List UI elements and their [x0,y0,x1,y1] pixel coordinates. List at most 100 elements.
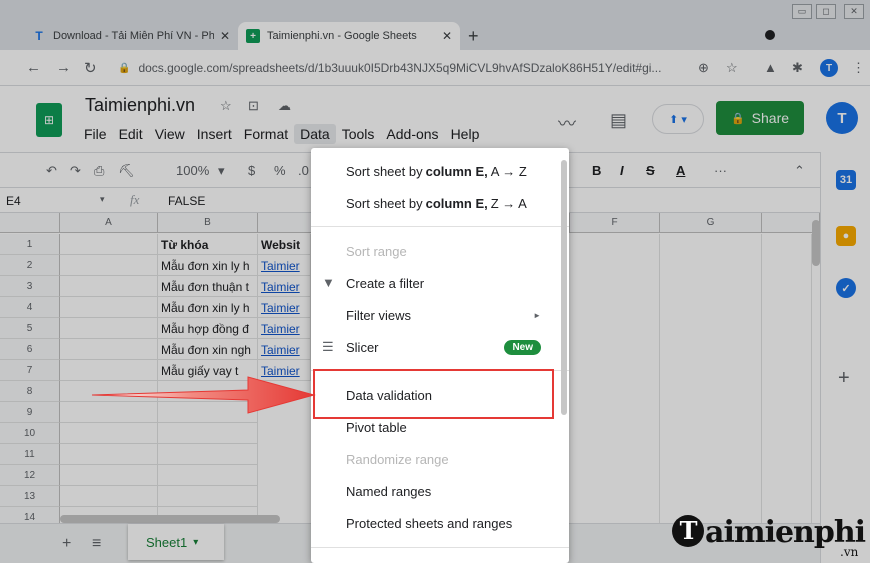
menu-tools[interactable]: Tools [336,124,381,144]
menu-item-pivot-table[interactable]: Pivot table [311,411,569,443]
strikethrough-button[interactable]: S [646,163,655,178]
tasks-icon[interactable]: ✓ [836,278,856,298]
close-tab-icon[interactable]: ✕ [442,29,452,43]
chevron-down-icon[interactable]: ▾ [100,194,105,205]
horizontal-scrollbar[interactable] [60,515,280,523]
column-header-f[interactable]: F [570,213,660,233]
row-header[interactable]: 12 [0,465,60,486]
add-sheet-button[interactable]: + [62,535,71,553]
back-icon[interactable]: ← [26,59,41,76]
menu-insert[interactable]: Insert [191,124,238,144]
cell[interactable] [158,465,258,486]
row-header[interactable]: 11 [0,444,60,465]
currency-format-button[interactable]: $ [248,163,255,178]
chevron-down-icon[interactable]: ▾ [193,537,198,548]
cell-link[interactable]: Taimier [258,297,311,318]
menu-help[interactable]: Help [445,124,486,144]
cell[interactable] [60,339,158,360]
menu-data[interactable]: Data [294,124,336,144]
print-icon[interactable]: ⎙ [94,163,104,179]
row-header[interactable]: 8 [0,381,60,402]
keep-icon[interactable]: ● [836,226,856,246]
menu-item-filter-views[interactable]: Filter views ► [311,299,569,331]
cell[interactable] [60,444,158,465]
vertical-scrollbar[interactable] [812,220,820,266]
menu-item-named-ranges[interactable]: Named ranges [311,475,569,507]
column-header-g[interactable]: G [660,213,762,233]
browser-tab-sheets[interactable]: + Taimienphi.vn - Google Sheets ✕ [238,22,460,50]
text-color-button[interactable]: A [676,163,685,178]
browser-profile-avatar[interactable]: T [820,59,838,77]
cell[interactable] [60,465,158,486]
row-header[interactable]: 13 [0,486,60,507]
row-header[interactable]: 10 [0,423,60,444]
cell[interactable] [60,234,158,255]
all-sheets-button[interactable]: ≡ [92,535,101,553]
row-header[interactable]: 2 [0,255,60,276]
url-field[interactable]: 🔒 docs.google.com/spreadsheets/d/1b3uuuk… [112,56,752,80]
cell[interactable] [60,423,158,444]
cell-website-header[interactable]: Websit [258,234,311,255]
account-avatar[interactable]: T [826,102,858,134]
bookmark-star-icon[interactable]: ☆ [726,60,738,76]
forward-icon[interactable]: → [56,59,71,76]
collapse-chevron-up-icon[interactable]: ⌃ [794,163,805,179]
menu-item-protected-ranges[interactable]: Protected sheets and ranges [311,507,569,539]
present-button[interactable]: ⬆ ▾ [652,104,704,134]
column-header-a[interactable]: A [60,213,158,233]
cell-link[interactable]: Taimier [258,318,311,339]
extensions-puzzle-icon[interactable]: ✱ [792,60,803,76]
share-button[interactable]: 🔒 Share [716,101,804,135]
more-options-button[interactable]: ··· [714,163,727,178]
menu-item-sort-desc[interactable]: Sort sheet by column E, Z → A [311,187,569,219]
drive-extension-icon[interactable]: ▲ [764,60,777,75]
row-header[interactable]: 7 [0,360,60,381]
cell-keyword-header[interactable]: Từ khóa [158,234,258,255]
cell-link[interactable]: Taimier [258,339,311,360]
cell-column-h[interactable] [762,234,812,523]
row-header[interactable]: 5 [0,318,60,339]
cell[interactable] [60,276,158,297]
column-header-b[interactable]: B [158,213,258,233]
calendar-icon[interactable]: 31 [836,170,856,190]
browser-tab-download[interactable]: T Download - Tải Miễn Phí VN - Ph ✕ [24,22,238,50]
cell[interactable] [60,486,158,507]
percent-format-button[interactable]: % [274,163,286,178]
add-addon-icon[interactable]: + [838,367,850,390]
cell[interactable] [60,318,158,339]
corner-select-all[interactable] [0,213,60,233]
cell-link[interactable]: Taimier [258,255,311,276]
close-window-button[interactable]: ✕ [844,4,864,19]
cell[interactable] [60,297,158,318]
italic-button[interactable]: I [620,163,624,178]
cell-column-f[interactable] [570,234,660,523]
menu-item-slicer[interactable]: ☰ Slicer New [311,331,569,363]
cell[interactable] [60,255,158,276]
minimize-button[interactable]: ▭ [792,4,812,19]
menu-item-sort-asc[interactable]: Sort sheet by column E, A → Z [311,155,569,187]
menu-edit[interactable]: Edit [113,124,149,144]
formula-input[interactable]: FALSE [168,194,205,208]
cell[interactable] [158,486,258,507]
redo-icon[interactable]: ↷ [70,163,81,179]
sheets-logo-icon[interactable]: ⊞ [36,103,62,137]
document-title[interactable]: Taimienphi.vn [85,95,195,116]
row-header[interactable]: 9 [0,402,60,423]
zoom-icon[interactable]: ⊕ [698,60,709,76]
cell-column-g[interactable] [660,234,762,523]
row-header[interactable]: 4 [0,297,60,318]
sheet-tab-sheet1[interactable]: Sheet1 ▾ [128,524,224,560]
browser-menu-icon[interactable]: ⋮ [852,60,865,76]
cell[interactable]: Mẫu hợp đồng đ [158,318,258,339]
row-header[interactable]: 6 [0,339,60,360]
star-icon[interactable]: ☆ [220,98,232,114]
menu-item-data-validation[interactable]: Data validation [311,379,569,411]
menu-scrollbar[interactable] [561,160,567,415]
decrease-decimal-button[interactable]: .0 [298,163,309,178]
close-tab-icon[interactable]: ✕ [220,29,230,43]
cell[interactable] [158,423,258,444]
menu-addons[interactable]: Add-ons [380,124,444,144]
maximize-button[interactable]: ◻ [816,4,836,19]
bold-button[interactable]: B [592,163,601,178]
row-header[interactable]: 3 [0,276,60,297]
